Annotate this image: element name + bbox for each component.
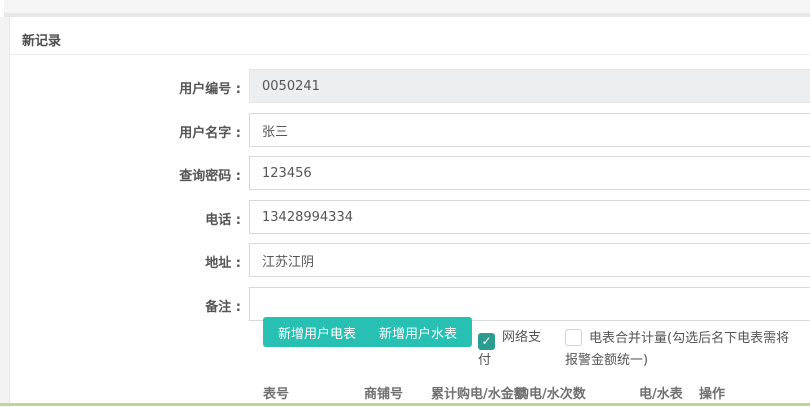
merge-meter-checkbox-group[interactable]: 电表合并计量(勾选后名下电表需将报警金额统一)	[565, 328, 799, 372]
network-payment-checkbox[interactable]: ✓	[478, 333, 495, 350]
column-header-shop-no: 商铺号	[364, 383, 403, 402]
column-header-purchase-count: 购电/水次数	[516, 383, 586, 402]
add-water-meter-button[interactable]: 新增用户水表	[364, 317, 472, 347]
add-electric-meter-button[interactable]: 新增用户电表	[263, 317, 371, 347]
column-header-meter-type: 电/水表	[639, 383, 683, 402]
left-gutter	[0, 17, 9, 407]
user-name-label: 用户名字 :	[10, 122, 241, 141]
user-id-label: 用户编号 :	[10, 78, 241, 97]
phone-field[interactable]	[249, 200, 810, 234]
merge-meter-label: 电表合并计量(勾选后名下电表需将报警金额统一)	[565, 331, 789, 368]
column-header-total-amount: 累计购电/水金额	[431, 383, 527, 402]
new-record-panel: 新记录 用户编号 : 用户名字 : 查询密码 : 电话 : 地址 : 备注 : …	[9, 17, 810, 407]
network-payment-checkbox-group[interactable]: ✓网络支付	[478, 327, 544, 372]
checkmark-icon: ✓	[481, 334, 491, 348]
page: 新记录 用户编号 : 用户名字 : 查询密码 : 电话 : 地址 : 备注 : …	[0, 0, 810, 407]
merge-meter-checkbox[interactable]	[565, 329, 582, 346]
page-title: 新记录	[22, 30, 61, 49]
query-password-field[interactable]	[249, 156, 810, 190]
remark-field[interactable]	[249, 287, 810, 321]
address-label: 地址 :	[10, 252, 241, 271]
phone-label: 电话 :	[10, 209, 241, 228]
form-row-user-name: 用户名字 :	[10, 113, 810, 147]
panel-header-divider	[10, 54, 810, 55]
remark-label: 备注 :	[10, 296, 241, 315]
form-row-user-id: 用户编号 :	[10, 69, 810, 103]
user-id-field[interactable]	[249, 69, 810, 103]
top-strip	[4, 0, 810, 13]
meter-table-header-row: 表号 商铺号 累计购电/水金额 购电/水次数 电/水表 操作	[10, 377, 810, 403]
column-header-actions: 操作	[699, 383, 725, 402]
bottom-green-divider	[0, 403, 810, 406]
form-row-query-password: 查询密码 :	[10, 156, 810, 190]
form-row-address: 地址 :	[10, 243, 810, 277]
column-header-meter-no: 表号	[263, 383, 289, 402]
query-password-label: 查询密码 :	[10, 165, 241, 184]
form-row-phone: 电话 :	[10, 200, 810, 234]
address-field[interactable]	[249, 243, 810, 277]
form-row-remark: 备注 :	[10, 287, 810, 321]
user-name-field[interactable]	[249, 113, 810, 147]
